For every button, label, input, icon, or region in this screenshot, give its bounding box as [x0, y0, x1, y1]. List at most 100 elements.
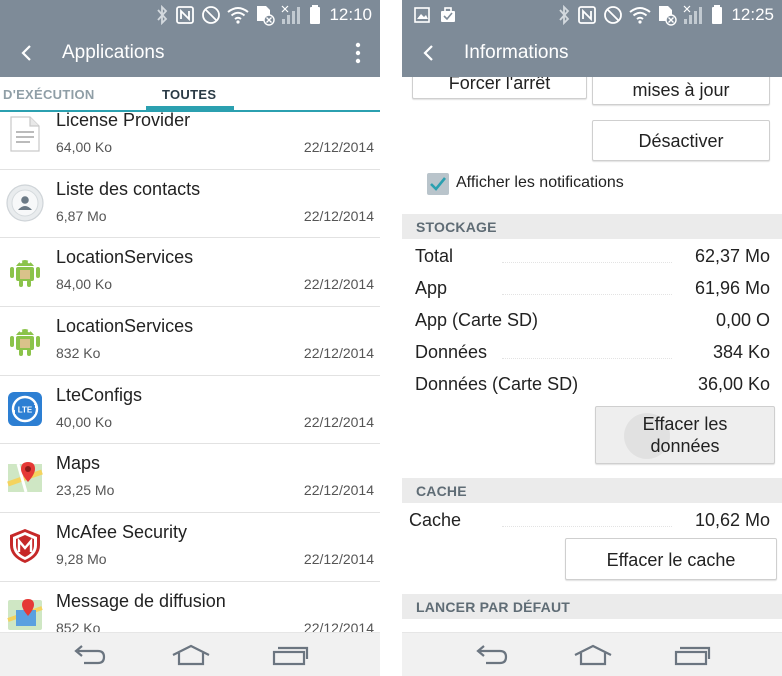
bluetooth-icon [559, 5, 570, 25]
cache-row: Cache 10,62 Mo [402, 507, 782, 535]
list-item[interactable]: McAfee Security 9,28 Mo 22/12/2014 [0, 513, 380, 582]
svg-text:LTE: LTE [18, 405, 33, 414]
app-name: LocationServices [56, 316, 194, 337]
cache-label: Cache [409, 510, 462, 530]
app-info-content[interactable]: Forcer l'arrêt mises à jour Désactiver A… [402, 77, 782, 632]
no-sim-icon [659, 6, 678, 26]
page-title: Informations [464, 42, 569, 63]
android-icon [10, 329, 40, 357]
back-arrow-icon[interactable] [418, 41, 442, 65]
nfc-icon [176, 6, 195, 24]
storage-label: Données (Carte SD) [415, 374, 579, 394]
battery-icon [310, 5, 321, 24]
mute-icon [604, 6, 623, 24]
app-filter-tabs: D'EXÉCUTION TOUTES [0, 77, 380, 112]
page-title: Applications [62, 42, 165, 63]
app-name: License Provider [56, 112, 191, 130]
contacts-icon [6, 184, 44, 222]
app-date: 22/12/2014 [303, 345, 374, 362]
tab-indicator [146, 106, 234, 110]
storage-label: Total [415, 246, 454, 266]
storage-label: App (Carte SD) [415, 310, 539, 330]
wifi-icon [629, 7, 652, 24]
cache-value: 10,62 Mo [694, 510, 770, 530]
app-name: Liste des contacts [56, 178, 201, 199]
list-item[interactable]: Maps 23,25 Mo 22/12/2014 [0, 444, 380, 514]
image-icon [414, 7, 430, 23]
nav-home-icon[interactable] [572, 643, 614, 667]
app-date: 22/12/2014 [303, 207, 374, 224]
checkmark-icon [430, 177, 447, 191]
no-sim-icon [257, 6, 276, 26]
list-item[interactable]: Liste des contacts 6,87 Mo 22/12/2014 [0, 170, 380, 239]
broadcast-icon [7, 598, 43, 630]
nav-back-icon[interactable] [472, 643, 510, 667]
app-date: 22/12/2014 [303, 619, 374, 632]
app-info-screen: 12:25 Informations Forcer l'arrêt mises … [402, 0, 782, 676]
app-date: 22/12/2014 [303, 413, 374, 430]
nav-recent-apps-icon[interactable] [673, 645, 711, 667]
storage-value: 384 Ko [712, 342, 770, 362]
applications-screen: 12:10 Applications D'EXÉCUTION TOUTES Li… [0, 0, 380, 676]
navigation-bar [0, 632, 380, 676]
signal-icon [282, 5, 301, 24]
document-icon [10, 116, 40, 152]
clear-data-button[interactable]: Effacer les données [595, 406, 775, 464]
disable-button[interactable]: Désactiver [592, 120, 770, 161]
app-name: LteConfigs [56, 384, 143, 405]
tab-all[interactable]: TOUTES [162, 87, 216, 102]
app-date: 22/12/2014 [303, 276, 374, 293]
list-item[interactable]: LocationServices 84,00 Ko 22/12/2014 [0, 238, 380, 308]
lte-icon: LTE [8, 391, 42, 426]
list-item[interactable]: Message de diffusion 852 Ko 22/12/2014 [0, 582, 380, 632]
nfc-icon [578, 6, 597, 24]
list-item[interactable]: LocationServices 832 Ko 22/12/2014 [0, 307, 380, 376]
storage-row-app: App 61,96 Mo [402, 275, 782, 303]
navigation-bar [402, 632, 782, 676]
list-item[interactable]: License Provider 64,00 Ko 22/12/2014 [0, 112, 380, 170]
status-time: 12:10 [329, 5, 372, 24]
more-options-icon[interactable] [354, 41, 362, 65]
clear-data-label-line2: données [650, 436, 720, 456]
mcafee-icon [10, 529, 40, 564]
app-size: 852 Ko [56, 619, 101, 632]
cache-section-header: CACHE [402, 478, 782, 503]
storage-row-total: Total 62,37 Mo [402, 243, 782, 271]
storage-value: 62,37 Mo [694, 246, 770, 266]
app-list[interactable]: License Provider 64,00 Ko 22/12/2014 Lis… [0, 112, 380, 632]
status-time: 12:25 [731, 5, 774, 24]
app-size: 6,87 Mo [56, 207, 107, 224]
storage-row-app-sd: App (Carte SD) 0,00 O [402, 307, 782, 335]
nav-home-icon[interactable] [170, 643, 212, 667]
storage-row-data: Données 384 Ko [402, 339, 782, 367]
force-stop-button[interactable]: Forcer l'arrêt [412, 77, 587, 99]
signal-icon [684, 5, 703, 24]
app-size: 84,00 Ko [56, 276, 113, 293]
clear-cache-button[interactable]: Effacer le cache [565, 538, 777, 580]
nav-recent-apps-icon[interactable] [271, 645, 309, 667]
mute-icon [202, 6, 221, 24]
storage-label: Données [415, 342, 488, 362]
nav-back-icon[interactable] [70, 643, 108, 667]
app-size: 64,00 Ko [56, 139, 113, 155]
storage-row-data-sd: Données (Carte SD) 36,00 Ko [402, 371, 782, 399]
list-item[interactable]: LTE LteConfigs 40,00 Ko 22/12/2014 [0, 376, 380, 445]
back-arrow-icon[interactable] [16, 41, 40, 65]
tab-running[interactable]: D'EXÉCUTION [3, 87, 95, 102]
storage-section-header: STOCKAGE [402, 214, 782, 239]
notifications-label: Afficher les notifications [456, 174, 624, 191]
uninstall-updates-button[interactable]: mises à jour [592, 77, 770, 105]
app-date: 22/12/2014 [303, 139, 374, 155]
wifi-icon [227, 7, 250, 24]
status-bar: 12:10 [0, 0, 380, 30]
app-size: 832 Ko [56, 345, 101, 362]
launch-default-section-header: LANCER PAR DÉFAUT [402, 594, 782, 619]
storage-value: 0,00 O [715, 310, 770, 330]
app-name: Message de diffusion [56, 590, 226, 611]
briefcase-icon [441, 7, 455, 22]
bluetooth-icon [157, 5, 168, 25]
battery-icon [712, 5, 723, 24]
notifications-checkbox[interactable] [427, 173, 449, 195]
clear-data-label-line1: Effacer les [642, 414, 728, 434]
app-size: 40,00 Ko [56, 413, 113, 430]
